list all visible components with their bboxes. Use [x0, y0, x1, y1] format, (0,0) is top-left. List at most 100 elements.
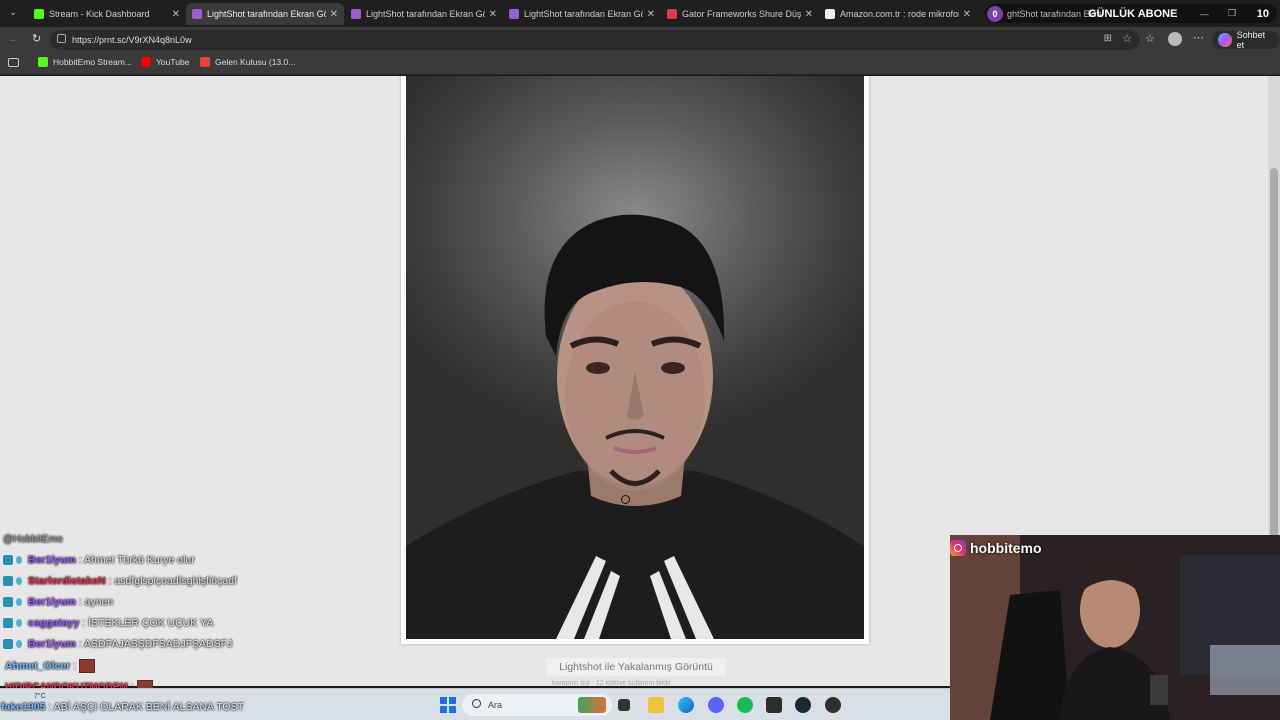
weather-label[interactable]: 7°C — [34, 693, 46, 700]
file-explorer-icon[interactable] — [648, 697, 664, 713]
bookmark-youtube[interactable]: YouTube — [141, 57, 189, 67]
search-placeholder: Ara — [488, 700, 503, 710]
bookmark-label: HobbitEmo Stream... — [53, 57, 132, 67]
bookmark-label: Gelen Kutusu (13.0... — [215, 57, 296, 67]
url-text: https://prnt.sc/V9rXN4q8nL0w — [72, 35, 192, 45]
browser-toolbar: ← ↻ https://prnt.sc/V9rXN4q8nL0w ⊞ ☆ ☆ ⋯… — [0, 27, 1280, 53]
magnifier-cursor-icon — [621, 495, 630, 504]
instagram-handle: hobbitemo — [970, 540, 1042, 556]
subscriber-badge-icon — [3, 576, 13, 587]
tab-title: Stream - Kick Dashboard — [49, 9, 150, 19]
drop-badge-icon — [16, 577, 22, 586]
lightshot-favicon-icon — [509, 9, 519, 19]
copilot-button[interactable]: Sohbet et — [1212, 30, 1280, 50]
tab-list-chevron-icon[interactable]: ⌄ — [6, 7, 20, 21]
task-view-icon[interactable] — [618, 699, 630, 711]
subscriber-badge-icon — [3, 597, 13, 608]
close-tab-icon[interactable]: ✕ — [330, 9, 338, 20]
bookmark-gmail[interactable]: Gelen Kutusu (13.0... — [200, 57, 295, 67]
chat-channel: @HobbitEmo — [3, 534, 63, 545]
minimize-icon[interactable]: — — [1200, 9, 1209, 19]
tab-0[interactable]: Stream - Kick Dashboard ✕ — [28, 3, 186, 25]
tab-title: LightShot tarafından Ekran Görüntü — [207, 9, 326, 19]
sub-goal-title: GÜNLÜK ABONE — [1088, 7, 1178, 20]
bookmark-label: YouTube — [156, 57, 190, 67]
chat-text: ABİ AŞÇI OLARAK BENİ ALSANA TOST — [53, 701, 245, 713]
tab-title: Gator Frameworks Shure Düşük P — [682, 9, 801, 19]
more-menu-icon[interactable]: ⋯ — [1193, 31, 1204, 44]
sidebar-toggle-icon[interactable] — [8, 58, 19, 67]
chat-channel-label: @HobbitEmo — [3, 534, 63, 545]
chat-nick: Ber1lyum — [28, 596, 76, 608]
gmail-bookmark-icon — [200, 57, 210, 67]
start-button[interactable] — [440, 697, 456, 713]
chat-message: Ber1lyum : Ahmet Türkü Kurye olur — [3, 554, 195, 566]
favorite-star-icon[interactable]: ☆ — [1122, 32, 1132, 45]
tab-4[interactable]: Gator Frameworks Shure Düşük P ✕ — [661, 3, 819, 25]
back-icon[interactable]: ← — [8, 33, 19, 45]
amazon-favicon-icon — [825, 9, 835, 19]
close-tab-icon[interactable]: ✕ — [172, 9, 180, 20]
youtube-bookmark-icon — [141, 57, 151, 67]
restore-icon[interactable]: ❐ — [1228, 8, 1236, 19]
drop-badge-icon — [16, 619, 22, 628]
close-tab-icon[interactable]: ✕ — [805, 9, 813, 20]
steam-icon[interactable] — [795, 697, 811, 713]
chat-nick: Ber1lyum — [28, 554, 76, 566]
close-tab-icon[interactable]: ✕ — [963, 9, 971, 20]
chat-text: aynen — [84, 596, 114, 608]
bookmarks-bar: HobbitEmo Stream... YouTube Gelen Kutusu… — [0, 53, 1280, 75]
tab-title: Amazon.com.tr : rode mikrofon st — [840, 9, 959, 19]
terminal-icon[interactable] — [766, 697, 782, 713]
tab-title: LightShot tarafından Ekran Görünt — [366, 9, 485, 19]
chat-sep: : — [45, 701, 54, 713]
chat-sep: : — [75, 554, 85, 566]
drop-badge-icon — [16, 640, 22, 649]
webcam-scene — [950, 535, 1280, 720]
chat-sep: : — [75, 638, 85, 650]
chat-text: İSTEKLER ÇOK UÇUK YA — [88, 617, 214, 629]
close-tab-icon[interactable]: ✕ — [489, 9, 497, 20]
page-subcaption[interactable]: karaprizi bul · 12 kötüye kullanım bildi… — [552, 680, 671, 687]
taskbar-search[interactable]: Ara — [462, 694, 612, 716]
chat-text: ASDFAJASŞDFSADJFŞADSFJ — [84, 638, 233, 650]
chat-message: StarlordistakeN : asdfglspiçoadfsghlşfiö… — [3, 575, 237, 587]
windows-logo-icon — [440, 697, 447, 704]
page-caption: Lightshot ile Yakalanmış Görüntü — [546, 658, 726, 676]
screenshot-image[interactable] — [406, 76, 864, 639]
edge-icon[interactable] — [678, 697, 694, 713]
profile-avatar[interactable] — [1168, 32, 1182, 46]
reload-icon[interactable]: ↻ — [32, 32, 41, 45]
windows-logo-icon — [449, 697, 456, 704]
app-available-icon[interactable]: ⊞ — [1104, 33, 1112, 44]
chat-message: Ber1lyum : ASDFAJASŞDFSADJFŞADSFJ — [3, 638, 232, 650]
sub-goal-count: 0 — [987, 5, 1003, 22]
discord-icon[interactable] — [708, 697, 724, 713]
address-bar[interactable]: https://prnt.sc/V9rXN4q8nL0w ⊞ ☆ — [50, 30, 1140, 50]
obs-icon[interactable] — [825, 697, 841, 713]
chat-message: fake1905 : ABİ AŞÇI OLARAK BENİ ALSANA T… — [1, 701, 244, 713]
windows-logo-icon — [449, 706, 456, 713]
tab-1[interactable]: LightShot tarafından Ekran Görüntü ✕ — [186, 3, 344, 25]
kick-bookmark-icon — [38, 57, 48, 67]
tab-title: LightShot tarafından Ekran Görünt — [524, 9, 643, 19]
subscriber-badge-icon — [3, 618, 13, 629]
bookmark-hobbitemo[interactable]: HobbitEmo Stream... — [38, 57, 132, 67]
copilot-label: Sohbet et — [1236, 30, 1266, 50]
close-tab-icon[interactable]: ✕ — [647, 9, 655, 20]
windows-logo-icon — [440, 706, 447, 713]
search-icon — [472, 699, 481, 708]
instagram-icon — [950, 540, 966, 556]
chat-sep: : — [70, 659, 80, 672]
tab-2[interactable]: LightShot tarafından Ekran Görünt ✕ — [345, 3, 503, 25]
spotify-icon[interactable] — [737, 697, 753, 713]
site-info-icon[interactable] — [57, 34, 66, 43]
browser-tab-strip: ⌄ Stream - Kick Dashboard ✕ LightShot ta… — [0, 0, 1280, 27]
drop-badge-icon — [16, 598, 22, 607]
tab-3[interactable]: LightShot tarafından Ekran Görünt ✕ — [503, 3, 661, 25]
chat-nick: fake1905 — [1, 701, 46, 713]
subscriber-badge-icon — [3, 639, 13, 650]
tab-5[interactable]: Amazon.com.tr : rode mikrofon st ✕ — [819, 3, 977, 25]
chat-nick: Ahmet_Olcer — [5, 659, 71, 672]
favorites-icon[interactable]: ☆ — [1145, 32, 1155, 45]
